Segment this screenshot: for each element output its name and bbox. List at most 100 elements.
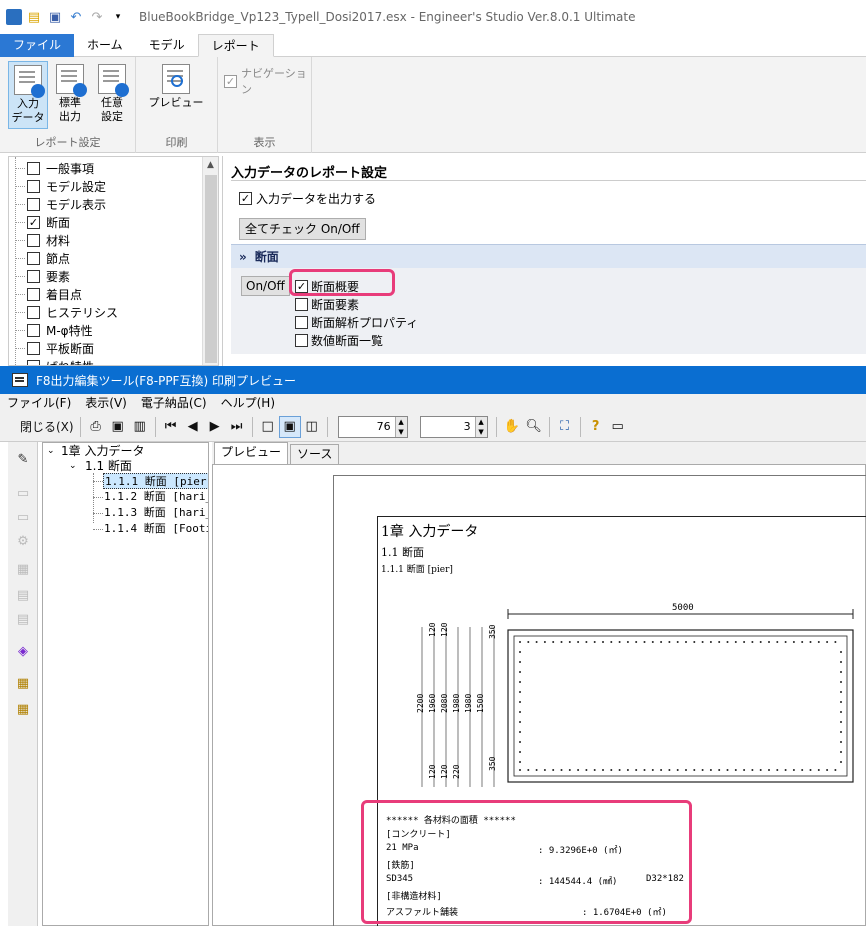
input-data-button[interactable]: 入力 データ — [8, 61, 48, 129]
tree-item[interactable]: 節点 — [15, 249, 70, 267]
rebar-dot — [840, 691, 842, 693]
tab-source[interactable]: ソース — [290, 444, 340, 464]
checkbox-checked-icon[interactable]: ✓ — [27, 215, 40, 229]
tree-item[interactable]: 要素 — [15, 267, 70, 285]
last-page-icon[interactable]: ⏭ — [226, 416, 248, 438]
expand-chevron-icon[interactable]: ⌄ — [69, 458, 77, 474]
tree-item-footing[interactable]: 1.1.4 断面 [Footi — [104, 521, 208, 537]
export-icon[interactable]: ▥ — [129, 416, 151, 438]
tree-item-hari-1[interactable]: 1.1.2 断面 [hari_ — [104, 489, 208, 505]
checkbox-unchecked-icon[interactable] — [27, 179, 40, 193]
undo-icon[interactable]: ↶ — [67, 8, 85, 26]
tab-home[interactable]: ホーム — [74, 34, 136, 57]
section-header-cross-section[interactable]: » 断面 — [231, 244, 866, 268]
tree-chapter[interactable]: 1章 入力データ — [61, 443, 144, 459]
output-input-data-checkbox[interactable]: ✓ 入力データを出力する — [239, 190, 376, 207]
spinner-arrows-icon[interactable]: ▲ ▼ — [474, 416, 487, 437]
rebar-dot — [577, 769, 580, 771]
tree-item[interactable]: ✓ 断面 — [15, 213, 70, 231]
zoom-value[interactable]: 76 — [339, 420, 395, 433]
tree-item[interactable]: 平板断面 — [15, 339, 94, 357]
tree-scrollbar[interactable]: ▲ — [202, 157, 218, 365]
rebar-dot — [726, 769, 729, 771]
expand-chevron-icon[interactable]: ⌄ — [47, 443, 55, 459]
checkbox-unchecked-icon[interactable] — [27, 341, 40, 355]
tree-item[interactable]: M-φ特性 — [15, 321, 93, 339]
menu-view[interactable]: 表示(V) — [78, 394, 134, 412]
navigation-checkbox[interactable]: ✓ ナビゲーション — [224, 65, 311, 97]
fullscreen-icon[interactable]: ⛶ — [554, 416, 576, 438]
page-spinner[interactable]: 3 ▲ ▼ — [419, 415, 488, 438]
tree-tool-icon[interactable]: ▦ — [13, 672, 33, 694]
preview-button[interactable]: プレビュー — [148, 61, 204, 129]
checkbox-unchecked-icon[interactable] — [27, 269, 40, 283]
info-card-icon[interactable]: ▭ — [607, 416, 629, 438]
checkbox-unchecked-icon[interactable] — [27, 305, 40, 319]
tree-item-hari-2[interactable]: 1.1.3 断面 [hari_ — [104, 505, 208, 521]
redo-icon[interactable]: ↷ — [88, 8, 106, 26]
help-icon[interactable]: ? — [585, 416, 607, 438]
tree-section[interactable]: 1.1 断面 — [85, 458, 132, 474]
rebar-dot — [610, 641, 613, 643]
tree-item[interactable]: 材料 — [15, 231, 70, 249]
checkbox-unchecked-icon[interactable] — [27, 287, 40, 301]
scroll-up-icon[interactable]: ▲ — [203, 157, 218, 173]
checkbox-unchecked-icon[interactable] — [27, 197, 40, 211]
section-onoff-button[interactable]: On/Off — [241, 276, 290, 296]
save-icon[interactable]: ▣ — [107, 416, 129, 438]
zoom-magnifier-icon[interactable]: 🔍︎ — [523, 416, 545, 438]
rebar-dot — [593, 769, 596, 771]
toggle-all-button[interactable]: 全てチェック On/Off — [239, 218, 366, 240]
checkbox-unchecked-icon[interactable] — [27, 161, 40, 175]
tree-item[interactable]: ヒステリシス — [15, 303, 118, 321]
scroll-thumb[interactable] — [205, 175, 217, 363]
close-button[interactable]: 閉じる(X) — [18, 416, 76, 438]
tree-item[interactable]: モデル設定 — [15, 177, 106, 195]
rebar-dot — [602, 769, 604, 771]
style-tool-icon[interactable]: ◈ — [13, 640, 33, 662]
tree-item-pier[interactable]: 1.1.1 断面 [pier] — [103, 473, 208, 489]
tab-preview[interactable]: プレビュー — [214, 442, 289, 464]
new-file-icon[interactable]: ▤ — [25, 8, 43, 26]
hand-pan-icon[interactable]: ✋ — [501, 416, 523, 438]
item-section-analysis-properties[interactable]: 断面解析プロパティ — [295, 314, 418, 331]
tree-item[interactable]: 着目点 — [15, 285, 82, 303]
save-icon[interactable]: ▣ — [46, 8, 64, 26]
tab-model[interactable]: モデル — [136, 34, 198, 57]
checkbox-unchecked-icon[interactable] — [27, 233, 40, 247]
menu-help[interactable]: ヘルプ(H) — [214, 394, 282, 412]
single-page-icon[interactable]: □ — [257, 416, 279, 438]
menu-e-delivery[interactable]: 電子納品(C) — [134, 394, 214, 412]
tree-tool-icon-2[interactable]: ▦ — [13, 698, 33, 720]
tree-item[interactable]: 一般事項 — [15, 159, 94, 177]
checkbox-unchecked-icon[interactable] — [27, 323, 40, 337]
next-page-icon[interactable]: ▶ — [204, 416, 226, 438]
customize-dropdown-icon[interactable]: ▾ — [109, 8, 127, 26]
edit-pen-icon[interactable]: ✎ — [13, 448, 33, 470]
rebar-dot — [840, 711, 842, 713]
item-section-elements[interactable]: 断面要素 — [295, 296, 359, 313]
tab-file[interactable]: ファイル — [0, 34, 75, 57]
item-numeric-section-list[interactable]: 数値断面一覧 — [295, 332, 383, 349]
checkbox-unchecked-icon[interactable] — [27, 251, 40, 265]
first-page-icon[interactable]: ⏮ — [160, 416, 182, 438]
rebar-dot — [626, 641, 629, 643]
rebar-dot — [568, 769, 571, 771]
optional-settings-button[interactable]: 任意 設定 — [92, 61, 132, 129]
page-value[interactable]: 3 — [421, 420, 475, 433]
tree-item[interactable]: ばね特性 — [27, 357, 94, 365]
document-outline-tree: ⌄ 1章 入力データ ⌄ 1.1 断面 1.1.1 断面 [pier] 1.1.… — [42, 442, 209, 926]
print-icon[interactable]: ⎙ — [85, 416, 107, 438]
two-page-icon[interactable]: ◫ — [301, 416, 323, 438]
tab-report[interactable]: レポート — [197, 34, 274, 57]
fit-page-icon[interactable]: ▣ — [278, 415, 301, 438]
menu-file[interactable]: ファイル(F) — [0, 394, 78, 412]
toolbar-separator — [79, 416, 81, 437]
previous-page-icon[interactable]: ◀ — [182, 416, 204, 438]
tree-item[interactable]: モデル表示 — [15, 195, 106, 213]
standard-output-button[interactable]: 標準 出力 — [50, 61, 90, 129]
zoom-spinner[interactable]: 76 ▲ ▼ — [337, 415, 408, 438]
dimension-label: 220 — [452, 764, 461, 779]
spinner-arrows-icon[interactable]: ▲ ▼ — [394, 416, 407, 437]
tree-connector — [15, 348, 25, 349]
